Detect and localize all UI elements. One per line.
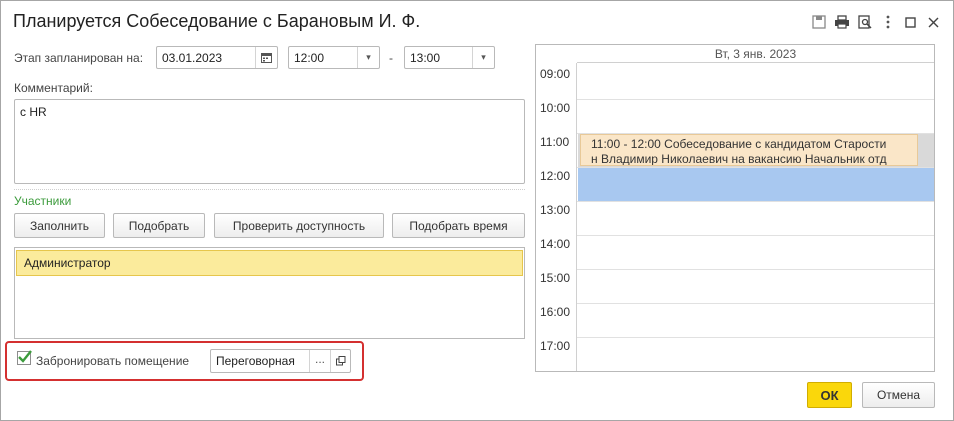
select-room-button[interactable]: ... xyxy=(309,350,330,372)
hour-line xyxy=(577,337,934,338)
book-room-label: Забронировать помещение xyxy=(36,354,190,368)
maximize-icon[interactable] xyxy=(899,11,922,33)
chevron-down-icon[interactable]: ▾ xyxy=(357,47,379,68)
participants-list[interactable]: Администратор xyxy=(14,247,525,339)
hour-label: 16:00 xyxy=(540,305,571,319)
event-text-line2: н Владимир Николаевич на вакансию Началь… xyxy=(591,152,887,166)
calendar-day-header: Вт, 3 янв. 2023 xyxy=(577,45,934,63)
hour-label: 13:00 xyxy=(540,203,571,217)
time-to-field[interactable]: 13:00 ▾ xyxy=(404,46,495,69)
hour-line xyxy=(577,167,934,168)
book-room-checkbox[interactable] xyxy=(17,350,32,365)
hour-label: 15:00 xyxy=(540,271,571,285)
check-availability-button[interactable]: Проверить доступность xyxy=(214,213,384,238)
selected-slot[interactable] xyxy=(578,168,934,202)
window-title: Планируется Собеседование с Барановым И.… xyxy=(13,11,421,31)
section-divider xyxy=(14,189,525,190)
time-to-value: 13:00 xyxy=(410,51,441,65)
schedule-label: Этап запланирован на: xyxy=(14,51,144,65)
hour-line xyxy=(577,99,934,100)
calendar-icon[interactable] xyxy=(255,47,277,68)
save-icon[interactable] xyxy=(807,11,830,33)
ok-button[interactable]: ОК xyxy=(807,382,852,408)
more-icon[interactable] xyxy=(876,11,899,33)
day-calendar[interactable]: Вт, 3 янв. 2023 09:00 10:00 11:00 12:00 … xyxy=(535,44,935,372)
event-text-line1: 11:00 - 12:00 Собеседование с кандидатом… xyxy=(591,137,887,151)
pick-button[interactable]: Подобрать xyxy=(113,213,205,238)
dialog-window: Планируется Собеседование с Барановым И.… xyxy=(0,0,954,421)
hour-label: 09:00 xyxy=(540,67,571,81)
comment-label: Комментарий: xyxy=(14,81,93,95)
hour-label: 10:00 xyxy=(540,101,571,115)
room-value: Переговорная xyxy=(216,354,295,368)
date-value: 03.01.2023 xyxy=(162,51,223,65)
hour-label: 12:00 xyxy=(540,169,571,183)
window-controls xyxy=(807,11,945,33)
calendar-event[interactable]: 11:00 - 12:00 Собеседование с кандидатом… xyxy=(580,134,918,166)
hour-line xyxy=(577,201,934,202)
print-icon[interactable] xyxy=(830,11,853,33)
hour-label: 17:00 xyxy=(540,339,571,353)
cancel-button[interactable]: Отмена xyxy=(862,382,935,408)
chevron-down-icon[interactable]: ▾ xyxy=(472,47,494,68)
time-from-value: 12:00 xyxy=(294,51,325,65)
time-separator: - xyxy=(389,51,393,65)
time-from-field[interactable]: 12:00 ▾ xyxy=(288,46,380,69)
preview-icon[interactable] xyxy=(853,11,876,33)
fill-button[interactable]: Заполнить xyxy=(14,213,105,238)
hour-line xyxy=(577,303,934,304)
room-field[interactable]: Переговорная ... xyxy=(210,349,351,373)
close-icon[interactable] xyxy=(922,11,945,33)
hour-line xyxy=(577,269,934,270)
participants-section-title: Участники xyxy=(14,194,72,208)
hour-line xyxy=(577,235,934,236)
open-icon[interactable] xyxy=(330,350,350,372)
hour-label: 11:00 xyxy=(540,135,570,149)
hour-label: 14:00 xyxy=(540,237,571,251)
date-field[interactable]: 03.01.2023 xyxy=(156,46,278,69)
pick-time-button[interactable]: Подобрать время xyxy=(392,213,525,238)
comment-textarea[interactable]: с HR xyxy=(14,99,525,184)
list-item[interactable]: Администратор xyxy=(16,250,523,276)
